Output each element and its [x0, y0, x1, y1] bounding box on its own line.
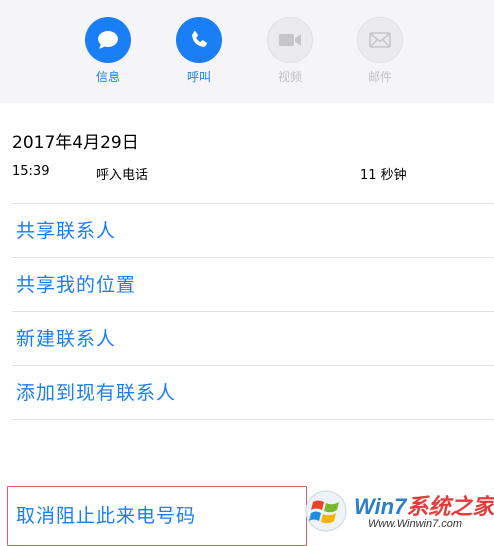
watermark: Win7系统之家 Www.Winwin7.com: [300, 485, 494, 539]
divider: [12, 311, 494, 312]
brand-prefix: Win7: [354, 494, 407, 519]
share-contact-option[interactable]: 共享联系人: [16, 216, 116, 243]
video-action-label: 视频: [277, 70, 302, 84]
divider: [12, 257, 494, 258]
message-bubble-icon: [85, 17, 131, 63]
mail-envelope-icon: [357, 17, 403, 63]
video-action[interactable]: 视频: [260, 17, 320, 85]
video-camera-icon: [267, 17, 313, 63]
message-action[interactable]: 信息: [78, 17, 138, 85]
divider: [12, 419, 494, 420]
mail-action[interactable]: 邮件: [350, 17, 410, 85]
phone-icon: [176, 17, 222, 63]
contact-actions-bar: 信息 呼叫 视频 邮件: [0, 0, 494, 103]
call-action-label: 呼叫: [186, 70, 211, 84]
call-duration: 11 秒钟: [360, 168, 407, 183]
call-time: 15:39: [12, 164, 50, 179]
call-date: 2017年4月29日: [12, 133, 139, 153]
call-action[interactable]: 呼叫: [169, 17, 229, 85]
brand-suffix: 系统之家: [406, 494, 494, 519]
message-action-label: 信息: [95, 70, 120, 84]
mail-action-label: 邮件: [367, 70, 392, 84]
new-contact-option[interactable]: 新建联系人: [16, 324, 116, 351]
add-to-existing-contact-option[interactable]: 添加到现有联系人: [16, 378, 176, 405]
call-type: 呼入电话: [96, 168, 149, 183]
unblock-caller-option[interactable]: 取消阻止此来电号码: [16, 501, 196, 528]
watermark-brand: Win7系统之家: [354, 489, 494, 521]
divider: [12, 203, 494, 204]
share-location-option[interactable]: 共享我的位置: [16, 270, 136, 297]
divider: [12, 365, 494, 366]
watermark-url: Www.Winwin7.com: [368, 518, 463, 530]
windows-logo-icon: [305, 490, 347, 532]
